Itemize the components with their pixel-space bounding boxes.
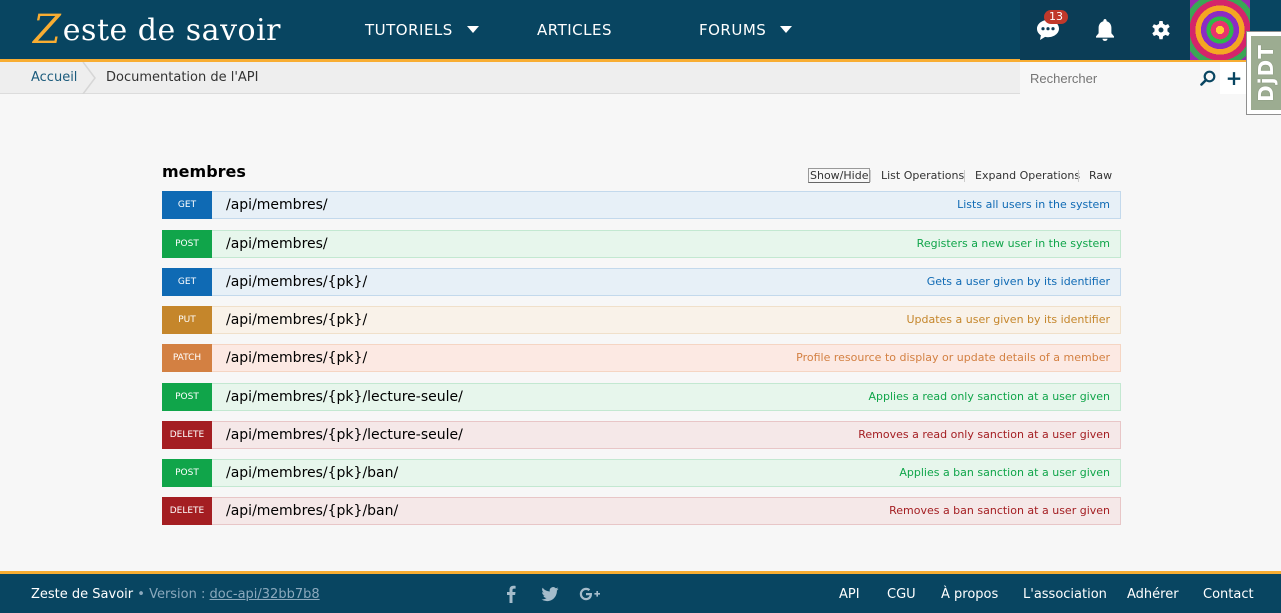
- http-method-badge[interactable]: POST: [162, 230, 212, 258]
- endpoint-description[interactable]: Lists all users in the system: [957, 192, 1110, 218]
- chevron-down-icon: [466, 26, 479, 33]
- logo-mark: Z: [33, 7, 61, 53]
- ops-divider: [1078, 170, 1079, 182]
- http-method-badge[interactable]: GET: [162, 191, 212, 219]
- twitter-icon[interactable]: [540, 584, 560, 604]
- endpoint-description[interactable]: Removes a read only sanction at a user g…: [858, 422, 1110, 448]
- nav-articles-label: ARTICLES: [537, 21, 613, 39]
- facebook-icon[interactable]: [501, 584, 521, 604]
- http-method-badge[interactable]: GET: [162, 268, 212, 296]
- footer-version-label: Version :: [149, 587, 206, 602]
- footer-version-link[interactable]: doc-api/32bb7b8: [210, 587, 320, 602]
- endpoint-row[interactable]: DELETE /api/membres/{pk}/lecture-seule/ …: [162, 421, 1121, 449]
- nav-tutoriels-label: TUTORIELS: [365, 21, 453, 39]
- raw-link[interactable]: Raw: [1089, 169, 1112, 183]
- breadcrumb-home[interactable]: Accueil: [31, 62, 77, 94]
- endpoint-path[interactable]: /api/membres/{pk}/: [226, 269, 367, 295]
- http-method-badge[interactable]: PUT: [162, 306, 212, 334]
- nav-forums[interactable]: FORUMS: [699, 0, 793, 60]
- search-form: [1020, 62, 1220, 94]
- search-input[interactable]: [1020, 62, 1196, 94]
- endpoint-row[interactable]: PATCH /api/membres/{pk}/ Profile resourc…: [162, 344, 1121, 372]
- bell-icon[interactable]: [1077, 0, 1133, 60]
- advanced-search-button[interactable]: +: [1220, 62, 1248, 94]
- endpoint-path[interactable]: /api/membres/{pk}/: [226, 307, 367, 333]
- gear-icon[interactable]: [1133, 0, 1189, 60]
- footer-site-name: Zeste de Savoir: [31, 587, 134, 602]
- logo-text: este de savoir: [62, 12, 282, 48]
- plus-icon: +: [1225, 66, 1243, 90]
- endpoint-path[interactable]: /api/membres/: [226, 231, 328, 257]
- ops-divider: [870, 170, 871, 182]
- http-method-badge[interactable]: PATCH: [162, 344, 212, 372]
- debug-toolbar-label: DjDT: [1254, 44, 1279, 102]
- footer-version: • Version : doc-api/32bb7b8: [137, 587, 320, 602]
- footer-link-about[interactable]: À propos: [941, 574, 998, 613]
- expand-operations-link[interactable]: Expand Operations: [975, 169, 1080, 183]
- endpoint-path[interactable]: /api/membres/{pk}/ban/: [226, 460, 398, 486]
- http-method-badge[interactable]: POST: [162, 383, 212, 411]
- endpoint-description[interactable]: Registers a new user in the system: [917, 231, 1110, 257]
- endpoint-description[interactable]: Applies a read only sanction at a user g…: [869, 384, 1111, 410]
- footer-link-contact[interactable]: Contact: [1203, 574, 1254, 613]
- breadcrumb-separator-icon: [82, 62, 96, 94]
- breadcrumb-current: Documentation de l'API: [106, 70, 259, 85]
- http-method-badge[interactable]: POST: [162, 459, 212, 487]
- show-hide-link[interactable]: Show/Hide: [808, 168, 871, 183]
- messages-icon[interactable]: [1020, 0, 1076, 60]
- http-method-badge[interactable]: DELETE: [162, 497, 212, 525]
- footer-link-association[interactable]: L'association: [1023, 574, 1107, 613]
- endpoint-path[interactable]: /api/membres/{pk}/: [226, 345, 367, 371]
- endpoint-description[interactable]: Removes a ban sanction at a user given: [889, 498, 1110, 524]
- debug-toolbar-logo: DjDT: [1251, 36, 1281, 110]
- endpoint-row[interactable]: POST /api/membres/{pk}/lecture-seule/ Ap…: [162, 383, 1121, 411]
- search-icon: [1200, 70, 1216, 86]
- chevron-down-icon: [780, 26, 793, 33]
- http-method-badge[interactable]: DELETE: [162, 421, 212, 449]
- endpoint-path[interactable]: /api/membres/{pk}/ban/: [226, 498, 398, 524]
- footer-link-join[interactable]: Adhérer: [1127, 574, 1179, 613]
- footer-credits: Zeste de Savoir • Version : doc-api/32bb…: [31, 574, 320, 613]
- list-operations-link[interactable]: List Operations: [881, 169, 964, 183]
- endpoint-path[interactable]: /api/membres/{pk}/lecture-seule/: [226, 384, 463, 410]
- nav-forums-label: FORUMS: [699, 21, 767, 39]
- endpoint-row[interactable]: PUT /api/membres/{pk}/ Updates a user gi…: [162, 306, 1121, 334]
- endpoint-row[interactable]: POST /api/membres/{pk}/ban/ Applies a ba…: [162, 459, 1121, 487]
- show-hide-label: Show/Hide: [808, 168, 871, 183]
- resource-title[interactable]: membres: [162, 162, 246, 181]
- site-logo[interactable]: Z este de savoir: [33, 8, 281, 52]
- endpoint-row[interactable]: GET /api/membres/{pk}/ Gets a user given…: [162, 268, 1121, 296]
- endpoint-path[interactable]: /api/membres/{pk}/lecture-seule/: [226, 422, 463, 448]
- debug-toolbar-handle[interactable]: DjDT: [1246, 31, 1281, 115]
- endpoint-description[interactable]: Gets a user given by its identifier: [927, 269, 1110, 295]
- nav-articles[interactable]: ARTICLES: [537, 0, 612, 60]
- user-avatar[interactable]: [1190, 0, 1250, 60]
- endpoint-row[interactable]: POST /api/membres/ Registers a new user …: [162, 230, 1121, 258]
- endpoint-path[interactable]: /api/membres/: [226, 192, 328, 218]
- endpoint-row[interactable]: DELETE /api/membres/{pk}/ban/ Removes a …: [162, 497, 1121, 525]
- endpoint-row[interactable]: GET /api/membres/ Lists all users in the…: [162, 191, 1121, 219]
- nav-tutoriels[interactable]: TUTORIELS: [365, 0, 479, 60]
- endpoint-description[interactable]: Applies a ban sanction at a user given: [899, 460, 1110, 486]
- site-footer: Zeste de Savoir • Version : doc-api/32bb…: [0, 571, 1281, 613]
- endpoint-description[interactable]: Profile resource to display or update de…: [796, 345, 1110, 371]
- ops-divider: [964, 170, 965, 182]
- footer-link-api[interactable]: API: [839, 574, 860, 613]
- footer-link-cgu[interactable]: CGU: [887, 574, 916, 613]
- endpoint-description[interactable]: Updates a user given by its identifier: [906, 307, 1110, 333]
- google-plus-icon[interactable]: [578, 584, 602, 604]
- notification-count-badge: 13: [1044, 10, 1068, 24]
- site-header: Z este de savoir TUTORIELS ARTICLES FORU…: [0, 0, 1281, 62]
- search-button[interactable]: [1196, 62, 1220, 94]
